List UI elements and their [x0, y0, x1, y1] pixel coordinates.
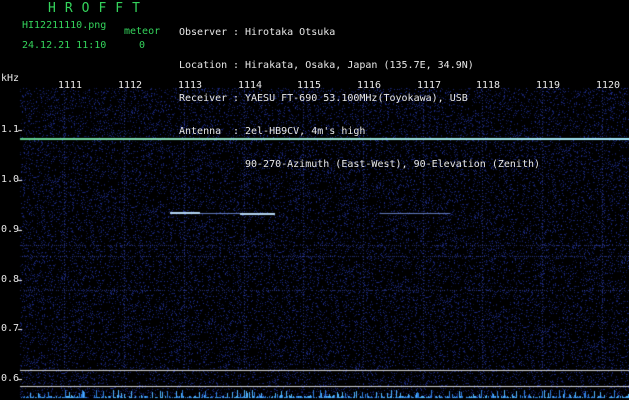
minute-tick-label: 1118 [476, 80, 501, 91]
minute-tick-label: 1113 [178, 80, 203, 91]
meteor-count: 0 [139, 40, 146, 51]
info-row-observer: Observer: Hirotaka Otsuka [179, 27, 336, 38]
freq-unit-label: kHz [1, 73, 20, 84]
info-row-antenna-orientation: 90-270-Azimuth (East-West), 90-Elevation… [245, 159, 541, 170]
file-name: HI12211110.png [22, 20, 107, 31]
info-row-receiver: Receiver: YAESU FT-690 53.100MHz(Toyokawa… [179, 93, 468, 104]
freq-tick-label: 0.7 [1, 323, 20, 334]
minute-tick-label: 1114 [238, 80, 263, 91]
meteor-label: meteor [124, 26, 161, 37]
minute-tick-label: 1120 [596, 80, 621, 91]
freq-tick-label: 1.0 [1, 174, 20, 185]
date-time: 24.12.21 11:10 [22, 40, 107, 51]
freq-tick-label: 0.6 [1, 373, 20, 384]
app-title: HROFFT [48, 1, 149, 16]
minute-tick-label: 1116 [357, 80, 382, 91]
freq-tick-label: 0.8 [1, 274, 20, 285]
minute-tick-label: 1115 [297, 80, 322, 91]
station-info: Observer: Hirotaka Otsuka Location: Hiraka… [179, 5, 540, 181]
minute-tick-label: 1117 [417, 80, 442, 91]
minute-tick-label: 1112 [118, 80, 143, 91]
minute-tick-label: 1111 [58, 80, 83, 91]
minute-tick-label: 1119 [536, 80, 561, 91]
info-row-location: Location: Hirakata, Osaka, Japan (135.7E,… [179, 60, 474, 71]
freq-tick-label: 0.9 [1, 224, 20, 235]
info-row-antenna: Antenna:2el-HB9CV, 4m's high [179, 126, 366, 137]
freq-tick-label: 1.1 [1, 124, 20, 135]
